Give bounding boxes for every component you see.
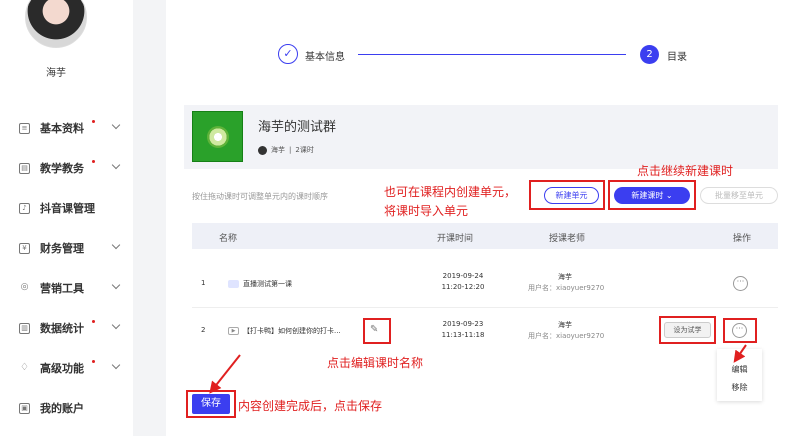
- sidebar-item-statistics[interactable]: ▥ 数据统计: [0, 318, 133, 338]
- header-time: 开课时间: [437, 234, 474, 244]
- chevron-down-icon: [111, 120, 121, 130]
- lesson-name-text: 【打卡鸭】如何创建你的打卡...: [243, 327, 341, 335]
- lesson-time: 11:20-12:20: [441, 283, 485, 291]
- notification-dot: [92, 320, 95, 323]
- chevron-down-icon: [111, 320, 121, 330]
- music-icon: ♪: [19, 202, 30, 214]
- annotation-save: 内容创建完成后，点击保存: [238, 399, 383, 413]
- more-actions-button[interactable]: ···: [733, 276, 748, 291]
- step-2-number: 2: [640, 45, 659, 64]
- drag-hint: 按住拖动课时可调整单元内的课时顺序: [192, 192, 328, 201]
- sidebar-item-label: 财务管理: [40, 242, 84, 255]
- account-icon: ▣: [19, 402, 30, 414]
- row-index: 2: [201, 326, 206, 334]
- chevron-down-icon: [111, 280, 121, 290]
- course-card: [184, 105, 778, 169]
- bell-icon: ♢: [20, 361, 29, 373]
- course-lessons: 2课时: [295, 146, 314, 154]
- pencil-icon[interactable]: ✎: [370, 324, 381, 335]
- sidebar-item-label: 营销工具: [40, 282, 84, 295]
- set-trial-button[interactable]: 设为试学: [664, 322, 711, 338]
- dropdown-edit[interactable]: 编辑: [717, 364, 762, 375]
- header-actions: 操作: [733, 234, 752, 244]
- chevron-down-icon: [111, 360, 121, 370]
- lesson-name-text: 直播测试第一课: [243, 280, 292, 288]
- sidebar: 海芋 ≡ 基本资料 ▤ 教学教务 ♪ 抖音课管理 ¥ 财务管理 ◎ 营销工具 ▥…: [0, 0, 133, 436]
- header-teacher: 授课老师: [549, 234, 586, 244]
- sidebar-item-basic-info[interactable]: ≡ 基本资料: [0, 118, 133, 138]
- sidebar-item-label: 教学教务: [40, 162, 84, 175]
- chevron-down-icon: [111, 160, 121, 170]
- teacher-name: 海芋: [558, 321, 572, 329]
- table-header: 名称 开课时间 授课老师 操作: [192, 223, 778, 249]
- new-lesson-button[interactable]: 新建课时 ⌄: [614, 187, 690, 204]
- chevron-down-icon: [111, 240, 121, 250]
- live-tag-icon: [228, 280, 239, 288]
- sidebar-item-teaching[interactable]: ▤ 教学教务: [0, 158, 133, 178]
- new-unit-button[interactable]: 新建单元: [544, 187, 599, 204]
- teacher-name: 海芋: [558, 273, 572, 281]
- annotation-edit-name: 点击编辑课时名称: [327, 356, 424, 370]
- annotation-line: 将课时导入单元: [384, 204, 469, 218]
- course-teacher: 海芋: [271, 146, 285, 154]
- more-actions-button[interactable]: ···: [732, 323, 747, 338]
- sidebar-item-douyin-course[interactable]: ♪ 抖音课管理: [0, 198, 133, 218]
- lesson-name-2[interactable]: ▶ 【打卡鸭】如何创建你的打卡...: [228, 326, 341, 336]
- step-2-label: 目录: [667, 52, 687, 63]
- annotation-create-unit: 也可在课程内创建单元， 将课时导入单元: [384, 183, 534, 221]
- step-1-label[interactable]: 基本信息: [305, 48, 345, 63]
- chart-icon: ▥: [19, 322, 30, 334]
- sidebar-item-label: 高级功能: [40, 362, 84, 375]
- new-lesson-label: 新建课时: [631, 191, 664, 200]
- video-tag-icon: ▶: [228, 327, 239, 335]
- chevron-down-icon: ⌄: [665, 191, 673, 200]
- header-name: 名称: [219, 234, 238, 244]
- notification-dot: [92, 360, 95, 363]
- sidebar-item-label: 抖音课管理: [40, 202, 95, 215]
- document-icon: ≡: [19, 122, 30, 134]
- save-button[interactable]: 保存: [192, 394, 230, 414]
- sidebar-item-marketing[interactable]: ◎ 营销工具: [0, 278, 133, 298]
- course-thumbnail: [192, 111, 243, 162]
- calendar-icon: ▤: [19, 162, 30, 174]
- annotation-new-lesson: 点击继续新建课时: [637, 164, 734, 178]
- lesson-name-1[interactable]: 直播测试第一课: [228, 279, 292, 289]
- meta-separator: |: [289, 146, 292, 154]
- notification-dot: [92, 120, 95, 123]
- sidebar-item-label: 基本资料: [40, 122, 84, 135]
- user-name: 海芋: [46, 68, 66, 79]
- teacher-username: 用户名：xiaoyuer9270: [528, 284, 605, 292]
- avatar[interactable]: [25, 0, 87, 48]
- lesson-date: 2019-09-23: [442, 320, 484, 328]
- sidebar-item-finance[interactable]: ¥ 财务管理: [0, 238, 133, 258]
- sidebar-item-advanced[interactable]: ♢ 高级功能: [0, 358, 133, 378]
- broadcast-icon: ◎: [20, 281, 29, 292]
- row-index: 1: [201, 279, 206, 287]
- teacher-avatar: [258, 145, 267, 155]
- sidebar-item-label: 数据统计: [40, 322, 84, 335]
- row-divider: [192, 307, 778, 308]
- actions-dropdown: 编辑 移除: [717, 349, 762, 401]
- wallet-icon: ¥: [19, 242, 30, 254]
- step-connector: [358, 54, 626, 55]
- lesson-time: 11:13-11:18: [441, 331, 485, 339]
- course-title: 海芋的测试群: [258, 120, 337, 135]
- batch-move-button[interactable]: 批量移至单元: [700, 187, 778, 204]
- dropdown-remove[interactable]: 移除: [717, 382, 762, 393]
- sidebar-item-account[interactable]: ▣ 我的账户: [0, 398, 133, 418]
- check-icon: ✓: [278, 44, 298, 64]
- sidebar-item-label: 我的账户: [40, 402, 84, 415]
- notification-dot: [92, 160, 95, 163]
- teacher-username: 用户名：xiaoyuer9270: [528, 332, 605, 340]
- course-meta: 海芋 | 2课时: [258, 145, 314, 155]
- annotation-line: 也可在课程内创建单元，: [384, 185, 517, 199]
- lesson-date: 2019-09-24: [442, 272, 484, 280]
